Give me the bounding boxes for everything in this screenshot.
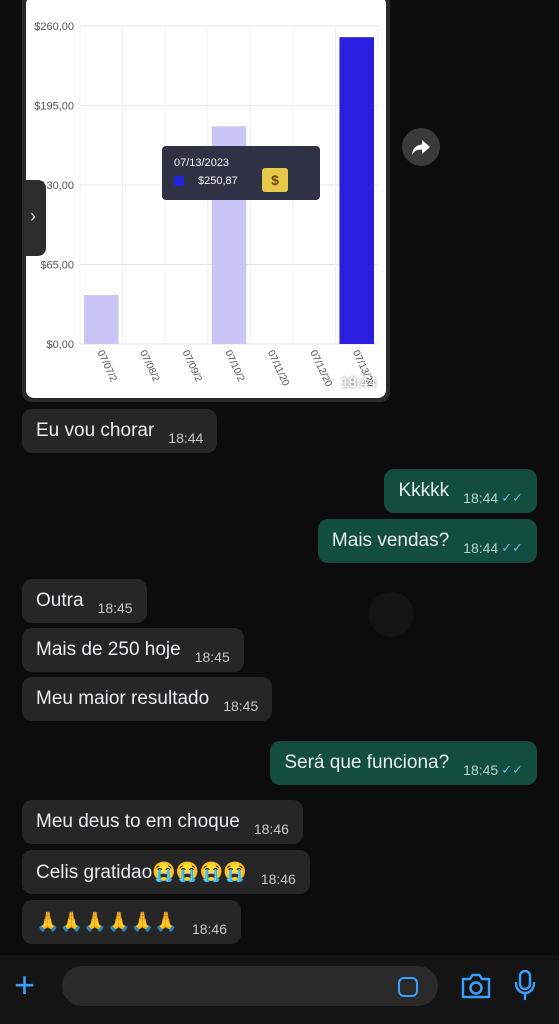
message-text: Meu maior resultado: [36, 688, 210, 709]
message-text: Meu deus to em choque: [36, 811, 240, 832]
chart-tooltip: 07/13/2023 $250,87 $: [162, 146, 320, 200]
read-receipt-icon: ✓✓: [501, 490, 523, 505]
x-tick-label: 07/11/20: [265, 349, 291, 389]
incoming-message[interactable]: Meu deus to em choque 18:46: [22, 800, 303, 844]
microphone-icon[interactable]: [514, 969, 536, 1001]
image-message[interactable]: $0,00 $65,00 $130,00 $195,00 $260,00 07/07/2 0…: [22, 0, 390, 402]
incoming-message[interactable]: Celis gratidao😭😭😭😭 18:46: [22, 850, 310, 894]
message-time: 18:45: [97, 600, 133, 616]
incoming-message[interactable]: 🙏🙏🙏🙏🙏🙏 18:46: [22, 900, 241, 944]
message-time: 18:44: [340, 374, 376, 390]
incoming-message[interactable]: Mais de 250 hoje 18:45: [22, 628, 244, 672]
forward-button[interactable]: [402, 128, 440, 166]
sticker-icon[interactable]: [398, 977, 418, 997]
message-time: 18:45: [463, 762, 499, 778]
message-time: 18:46: [253, 821, 289, 837]
message-time: 18:46: [260, 871, 296, 887]
bar: [84, 295, 119, 344]
message-text: Mais vendas?: [331, 530, 450, 551]
bar: [339, 37, 374, 345]
incoming-message[interactable]: Meu maior resultado 18:45: [22, 677, 273, 721]
message-text: Eu vou chorar: [36, 420, 155, 441]
y-tick-label: $0,00: [46, 339, 74, 351]
x-tick-label: 07/08/2: [137, 349, 161, 384]
x-tick-label: 07/12/20: [307, 349, 334, 389]
message-time: 18:44: [463, 540, 499, 556]
tooltip-value: $250,87: [198, 175, 238, 187]
tooltip-date: 07/13/2023: [174, 157, 230, 169]
tooltip-series-swatch: [174, 176, 184, 186]
y-tick-label: $65,00: [40, 260, 74, 272]
chart-image[interactable]: $0,00 $65,00 $130,00 $195,00 $260,00 07/07/2 0…: [26, 0, 386, 398]
outgoing-message[interactable]: Será que funciona? 18:45 ✓✓: [270, 741, 537, 785]
left-panel-toggle[interactable]: ›: [24, 180, 46, 256]
x-tick-label: 07/10/2: [222, 349, 246, 384]
camera-icon[interactable]: [460, 973, 492, 999]
incoming-message[interactable]: Outra 18:45: [22, 579, 147, 623]
x-tick-label: 07/09/2: [180, 349, 204, 384]
message-text: Mais de 250 hoje: [36, 639, 181, 660]
outgoing-message[interactable]: Kkkkk 18:44 ✓✓: [384, 469, 537, 513]
y-tick-label: $260,00: [34, 21, 74, 33]
read-receipt-icon: ✓✓: [501, 762, 523, 777]
message-time: 18:46: [191, 921, 227, 937]
read-receipt-icon: ✓✓: [501, 540, 523, 555]
composer-bar: +: [0, 955, 559, 1024]
message-time: 18:44: [168, 430, 204, 446]
message-time: 18:45: [194, 649, 230, 665]
forward-icon: [412, 140, 430, 155]
message-text: 🙏🙏🙏🙏🙏🙏: [36, 912, 178, 933]
attach-plus-icon[interactable]: +: [14, 965, 35, 1005]
message-text: Será que funciona?: [284, 752, 450, 773]
message-time: 18:44: [463, 490, 499, 506]
incoming-message[interactable]: Eu vou chorar 18:44: [22, 409, 218, 453]
message-text: Kkkkk: [398, 480, 450, 501]
message-input[interactable]: [62, 966, 438, 1006]
x-tick-label: 07/07/2: [95, 349, 119, 384]
message-text: Outra: [36, 590, 84, 611]
outgoing-message[interactable]: Mais vendas? 18:44 ✓✓: [317, 519, 537, 563]
money-bag-icon: $: [262, 168, 288, 192]
chevron-right-icon: ›: [30, 206, 36, 226]
message-time: 18:45: [223, 698, 259, 714]
y-tick-label: $195,00: [34, 101, 74, 113]
message-text: Celis gratidao😭😭😭😭: [36, 862, 247, 883]
